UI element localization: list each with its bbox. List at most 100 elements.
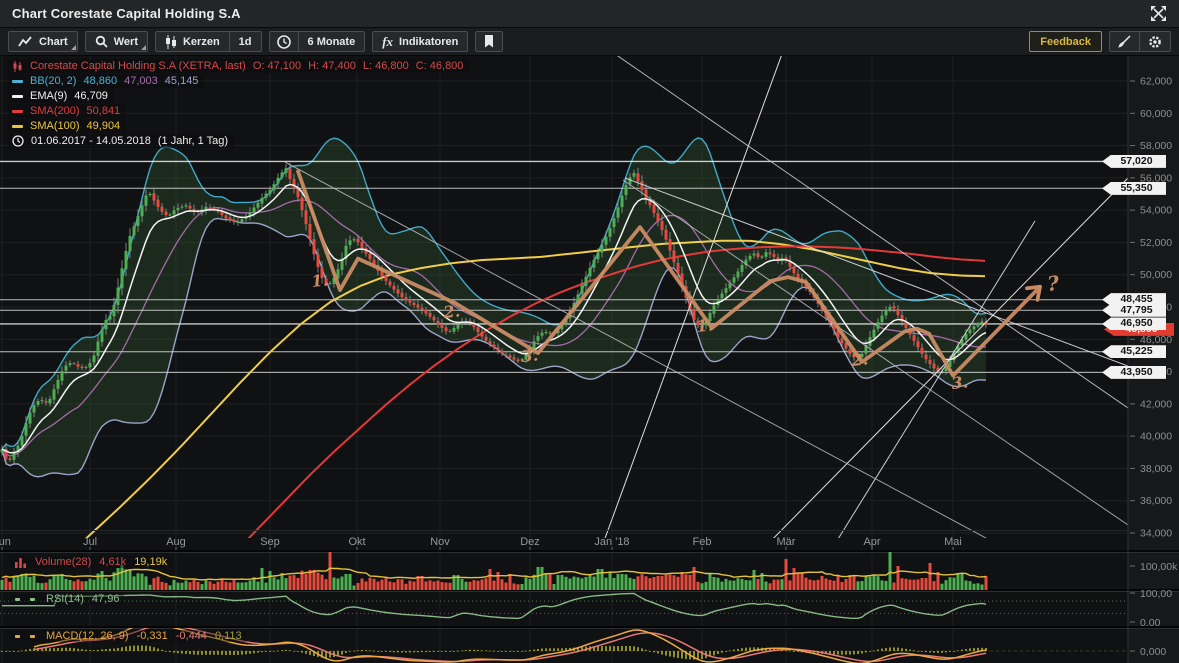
- chart-type-label: Chart: [39, 36, 68, 48]
- feedback-button[interactable]: Feedback: [1029, 31, 1102, 52]
- symbol-search-label: Wert: [114, 36, 138, 48]
- interval-button[interactable]: 1d: [229, 32, 261, 51]
- close-value: C: 46,800: [416, 60, 464, 72]
- bb-mid-value: 47,003: [124, 75, 158, 87]
- macd-value: -0,331: [137, 630, 168, 642]
- settings-button[interactable]: [1139, 32, 1170, 51]
- symbol-search-button[interactable]: Wert: [86, 32, 147, 51]
- date-range: 01.06.2017 - 14.05.2018: [31, 135, 151, 147]
- svg-text:0,000: 0,000: [1140, 646, 1166, 658]
- price-level-tag[interactable]: 46,950: [1102, 317, 1166, 330]
- sma200-value: 50,841: [87, 105, 121, 117]
- period-button[interactable]: 6 Monate: [298, 32, 365, 51]
- drawing-tools-button[interactable]: [1110, 32, 1139, 51]
- svg-text:52,000: 52,000: [1140, 237, 1172, 249]
- volume-bars-icon: [15, 557, 27, 568]
- svg-text:1.: 1.: [310, 270, 329, 291]
- svg-text:38,000: 38,000: [1140, 463, 1172, 475]
- chart-type-button[interactable]: Chart: [9, 32, 77, 51]
- chevron-down-icon: [71, 45, 76, 50]
- sma100-name: SMA(100): [30, 120, 80, 132]
- svg-text:62,000: 62,000: [1140, 76, 1172, 88]
- date-range-detail: (1 Jahr, 1 Tag): [158, 135, 228, 147]
- svg-text:100,00: 100,00: [1140, 588, 1172, 600]
- svg-text:Dez: Dez: [520, 536, 540, 548]
- svg-text:Mär: Mär: [777, 536, 796, 548]
- interval-label: 1d: [239, 36, 252, 48]
- svg-text:2.: 2.: [849, 349, 869, 370]
- bb-lower-value: 45,145: [165, 75, 199, 87]
- svg-text:Sep: Sep: [260, 536, 280, 548]
- price-level-tag[interactable]: 47,795: [1102, 304, 1166, 317]
- rsi-value: 47,96: [92, 593, 120, 605]
- legend-ema-row[interactable]: EMA(9) 46,709: [8, 89, 114, 103]
- svg-text:Mai: Mai: [944, 536, 962, 548]
- indicators-button[interactable]: fx Indikatoren: [373, 32, 467, 51]
- high-value: H: 47,400: [308, 60, 356, 72]
- price-level-tag[interactable]: 57,020: [1102, 155, 1166, 168]
- macd-panel-label[interactable]: MACD(12, 26, 9) -0,331 -0,444 0,113: [10, 630, 247, 642]
- svg-text:Nov: Nov: [430, 536, 450, 548]
- candle-style-button[interactable]: Kerzen: [156, 32, 229, 51]
- open-value: O: 47,100: [253, 60, 301, 72]
- svg-text:Jun: Jun: [0, 536, 11, 548]
- bb-name: BB(20, 2): [30, 75, 76, 87]
- svg-text:Aug: Aug: [166, 536, 186, 548]
- svg-text:36,000: 36,000: [1140, 495, 1172, 507]
- rsi-panel-label[interactable]: RSI(14) 47,96: [10, 593, 124, 605]
- chart-toolbar: Chart Wert Kerze: [0, 28, 1179, 56]
- svg-text:Feb: Feb: [693, 536, 712, 548]
- chevron-down-icon: [141, 45, 146, 50]
- macd-name: MACD(12, 26, 9): [46, 630, 129, 642]
- rsi-name: RSI(14): [46, 593, 84, 605]
- window-title: Chart Corestate Capital Holding S.A: [12, 6, 241, 21]
- svg-text:1.: 1.: [695, 315, 714, 336]
- ema-line-icon: [12, 95, 23, 98]
- svg-text:Jan '18: Jan '18: [594, 536, 629, 548]
- volume-panel-label[interactable]: Volume(28) 4,61k 19,19k: [10, 556, 172, 568]
- legend-sma100-row[interactable]: SMA(100) 49,904: [8, 119, 126, 133]
- svg-text:100,00k: 100,00k: [1140, 561, 1178, 573]
- svg-text:Jul: Jul: [83, 536, 97, 548]
- sma200-name: SMA(200): [30, 105, 80, 117]
- svg-text:3.: 3.: [520, 345, 539, 366]
- symbol-name: Corestate Capital Holding S.A (XETRA, la…: [30, 60, 246, 72]
- rsi-line-icon: [30, 598, 35, 601]
- volume-name: Volume(28): [35, 556, 91, 568]
- brush-icon: [1118, 35, 1131, 48]
- bookmark-button[interactable]: [476, 32, 502, 51]
- bookmark-icon: [484, 35, 494, 48]
- candle-style-label: Kerzen: [183, 36, 220, 48]
- macd-line-icon: [15, 635, 20, 638]
- chart-application-window: Chart Corestate Capital Holding S.A Char…: [0, 0, 1179, 663]
- title-bar: Chart Corestate Capital Holding S.A: [0, 0, 1179, 28]
- svg-text:0.00: 0.00: [1140, 617, 1161, 629]
- ema-value: 46,709: [74, 90, 108, 102]
- macd-hist-value: 0,113: [215, 630, 242, 642]
- fullscreen-button[interactable]: [1150, 5, 1167, 22]
- price-level-tag[interactable]: 45,225: [1102, 345, 1166, 358]
- fullscreen-expand-icon: [1150, 5, 1167, 22]
- svg-text:Apr: Apr: [863, 536, 880, 548]
- svg-text:50,000: 50,000: [1140, 269, 1172, 281]
- rsi-line-icon: [15, 598, 20, 601]
- macd-signal-value: -0,444: [176, 630, 207, 642]
- ema-name: EMA(9): [30, 90, 67, 102]
- sma200-line-icon: [12, 110, 23, 113]
- bb-line-icon: [12, 80, 23, 83]
- legend-symbol-row[interactable]: Corestate Capital Holding S.A (XETRA, la…: [8, 59, 469, 73]
- sma100-value: 49,904: [87, 120, 121, 132]
- clock-icon: [12, 135, 24, 147]
- legend-range-row[interactable]: 01.06.2017 - 14.05.2018 (1 Jahr, 1 Tag): [8, 134, 234, 148]
- svg-text:42,000: 42,000: [1140, 398, 1172, 410]
- macd-line-icon: [30, 635, 35, 638]
- time-button[interactable]: [270, 32, 298, 51]
- price-level-tag[interactable]: 43,950: [1102, 366, 1166, 379]
- svg-text:54,000: 54,000: [1140, 205, 1172, 217]
- volume-average: 19,19k: [134, 556, 167, 568]
- line-chart-icon: [18, 36, 33, 48]
- legend-sma200-row[interactable]: SMA(200) 50,841: [8, 104, 126, 118]
- legend-bb-row[interactable]: BB(20, 2) 48,860 47,003 45,145: [8, 74, 204, 88]
- feedback-label: Feedback: [1040, 36, 1091, 48]
- price-level-tag[interactable]: 55,350: [1102, 182, 1166, 195]
